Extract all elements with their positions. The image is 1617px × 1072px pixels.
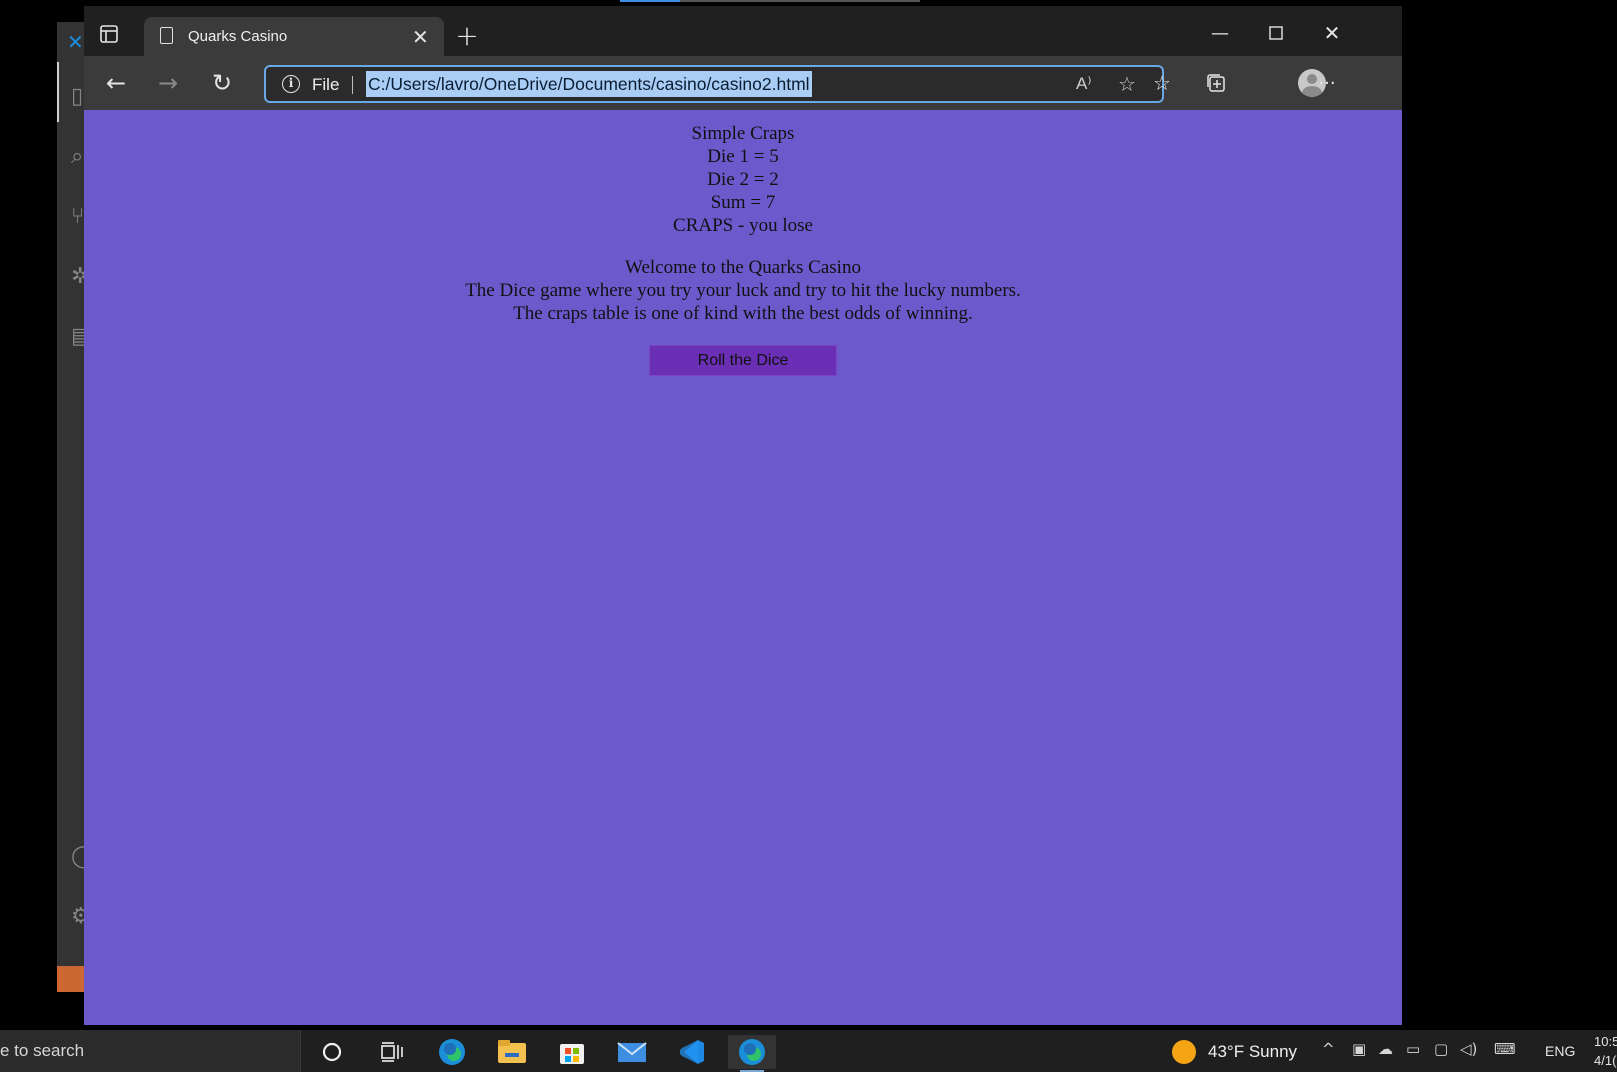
browser-toolbar: ← → ↻ i File C:/Users/lavro/OneDrive/Doc…	[84, 56, 1402, 110]
sum-value: Sum = 7	[710, 192, 776, 213]
clock-time: 10:5	[1594, 1034, 1617, 1049]
weather-sun-icon[interactable]	[1172, 1040, 1196, 1064]
add-favorite-icon[interactable]: ☆	[1118, 72, 1136, 96]
tab-actions-icon[interactable]	[98, 23, 120, 45]
address-bar[interactable]: i File C:/Users/lavro/OneDrive/Documents…	[264, 65, 1164, 103]
page-icon	[160, 27, 173, 44]
read-aloud-icon[interactable]: A⁾	[1076, 74, 1092, 94]
game-title: Simple Craps	[691, 123, 795, 144]
task-view-icon[interactable]	[368, 1035, 416, 1069]
minimize-button[interactable]: —	[1198, 18, 1242, 48]
background-editor-activity-bar: ✕ ▯ ⌕ ⑂ ✲ ▤ ◯ ⚙	[57, 22, 96, 992]
status-bar-remote-indicator[interactable]	[57, 966, 87, 992]
network-icon[interactable]: ▢	[1434, 1040, 1448, 1058]
tab-title: Quarks Casino	[188, 28, 288, 45]
weather-text[interactable]: 43°F Sunny	[1208, 1042, 1297, 1062]
page-viewport: Simple Craps Die 1 = 5 Die 2 = 2 Sum = 7…	[84, 110, 1402, 1025]
battery-icon[interactable]: ▭	[1406, 1040, 1420, 1058]
tab-quarks-casino[interactable]: Quarks Casino ✕	[144, 17, 444, 57]
refresh-button[interactable]: ↻	[206, 68, 238, 98]
address-separator	[352, 76, 353, 94]
more-options-icon[interactable]: ···	[1311, 68, 1343, 98]
vscode-close-icon[interactable]: ✕	[67, 30, 84, 54]
welcome-text: Welcome to the Quarks Casino The Dice ga…	[84, 256, 1402, 325]
result-message: CRAPS - you lose	[673, 215, 813, 236]
die-2-value: Die 2 = 2	[707, 169, 779, 190]
favorites-icon[interactable]: ☆	[1146, 68, 1178, 98]
welcome-description: The Dice game where you try your luck an…	[465, 280, 1021, 301]
new-tab-button[interactable]: +	[452, 19, 482, 52]
background-accent-line	[620, 0, 680, 2]
taskbar-search-box[interactable]: e to search	[0, 1030, 301, 1072]
site-info-icon[interactable]: i	[282, 75, 300, 93]
welcome-tagline: The craps table is one of kind with the …	[513, 303, 973, 324]
die-1-value: Die 1 = 5	[707, 146, 779, 167]
edge-active-taskbar-icon[interactable]	[728, 1035, 776, 1072]
window-close-button[interactable]: ✕	[1310, 18, 1354, 48]
taskbar-clock[interactable]: 10:5 4/1(	[1594, 1032, 1617, 1070]
mail-icon[interactable]	[608, 1035, 656, 1069]
vscode-taskbar-icon[interactable]	[668, 1035, 716, 1069]
taskbar: e to search 43°F Sunny ^ ▣ ☁ ▭ ▢ ◁) ⌨ EN…	[0, 1030, 1617, 1072]
clock-date: 4/1(	[1594, 1053, 1617, 1068]
input-language[interactable]: ENG	[1545, 1043, 1575, 1059]
browser-window: Quarks Casino ✕ + — ✕ ← → ↻ i File C:/Us…	[84, 6, 1402, 1025]
microsoft-store-icon[interactable]	[548, 1035, 596, 1069]
welcome-heading: Welcome to the Quarks Casino	[625, 257, 861, 278]
keyboard-icon[interactable]: ⌨	[1494, 1040, 1516, 1058]
edge-taskbar-icon[interactable]	[428, 1035, 476, 1069]
collections-icon[interactable]	[1200, 68, 1232, 98]
onedrive-cloud-icon[interactable]: ☁	[1378, 1040, 1393, 1058]
address-url[interactable]: C:/Users/lavro/OneDrive/Documents/casino…	[366, 71, 812, 97]
maximize-button[interactable]	[1254, 18, 1298, 48]
roll-dice-button[interactable]: Roll the Dice	[649, 345, 837, 376]
activity-selection-indicator	[57, 62, 59, 122]
craps-result: Simple Craps Die 1 = 5 Die 2 = 2 Sum = 7…	[84, 110, 1402, 237]
search-placeholder: e to search	[0, 1041, 85, 1060]
file-explorer-icon[interactable]	[488, 1035, 536, 1069]
forward-button[interactable]: →	[152, 68, 184, 98]
address-scheme-label[interactable]: File	[312, 75, 339, 95]
cortana-icon[interactable]	[308, 1035, 356, 1069]
meet-now-icon[interactable]: ▣	[1352, 1040, 1366, 1058]
show-hidden-icons-chevron-icon[interactable]: ^	[1322, 1040, 1335, 1058]
tab-bar: Quarks Casino ✕ + — ✕	[84, 6, 1402, 57]
volume-icon[interactable]: ◁)	[1460, 1040, 1477, 1058]
tab-close-icon[interactable]: ✕	[412, 25, 429, 49]
background-window-edge	[680, 0, 920, 2]
back-button[interactable]: ←	[100, 68, 132, 98]
